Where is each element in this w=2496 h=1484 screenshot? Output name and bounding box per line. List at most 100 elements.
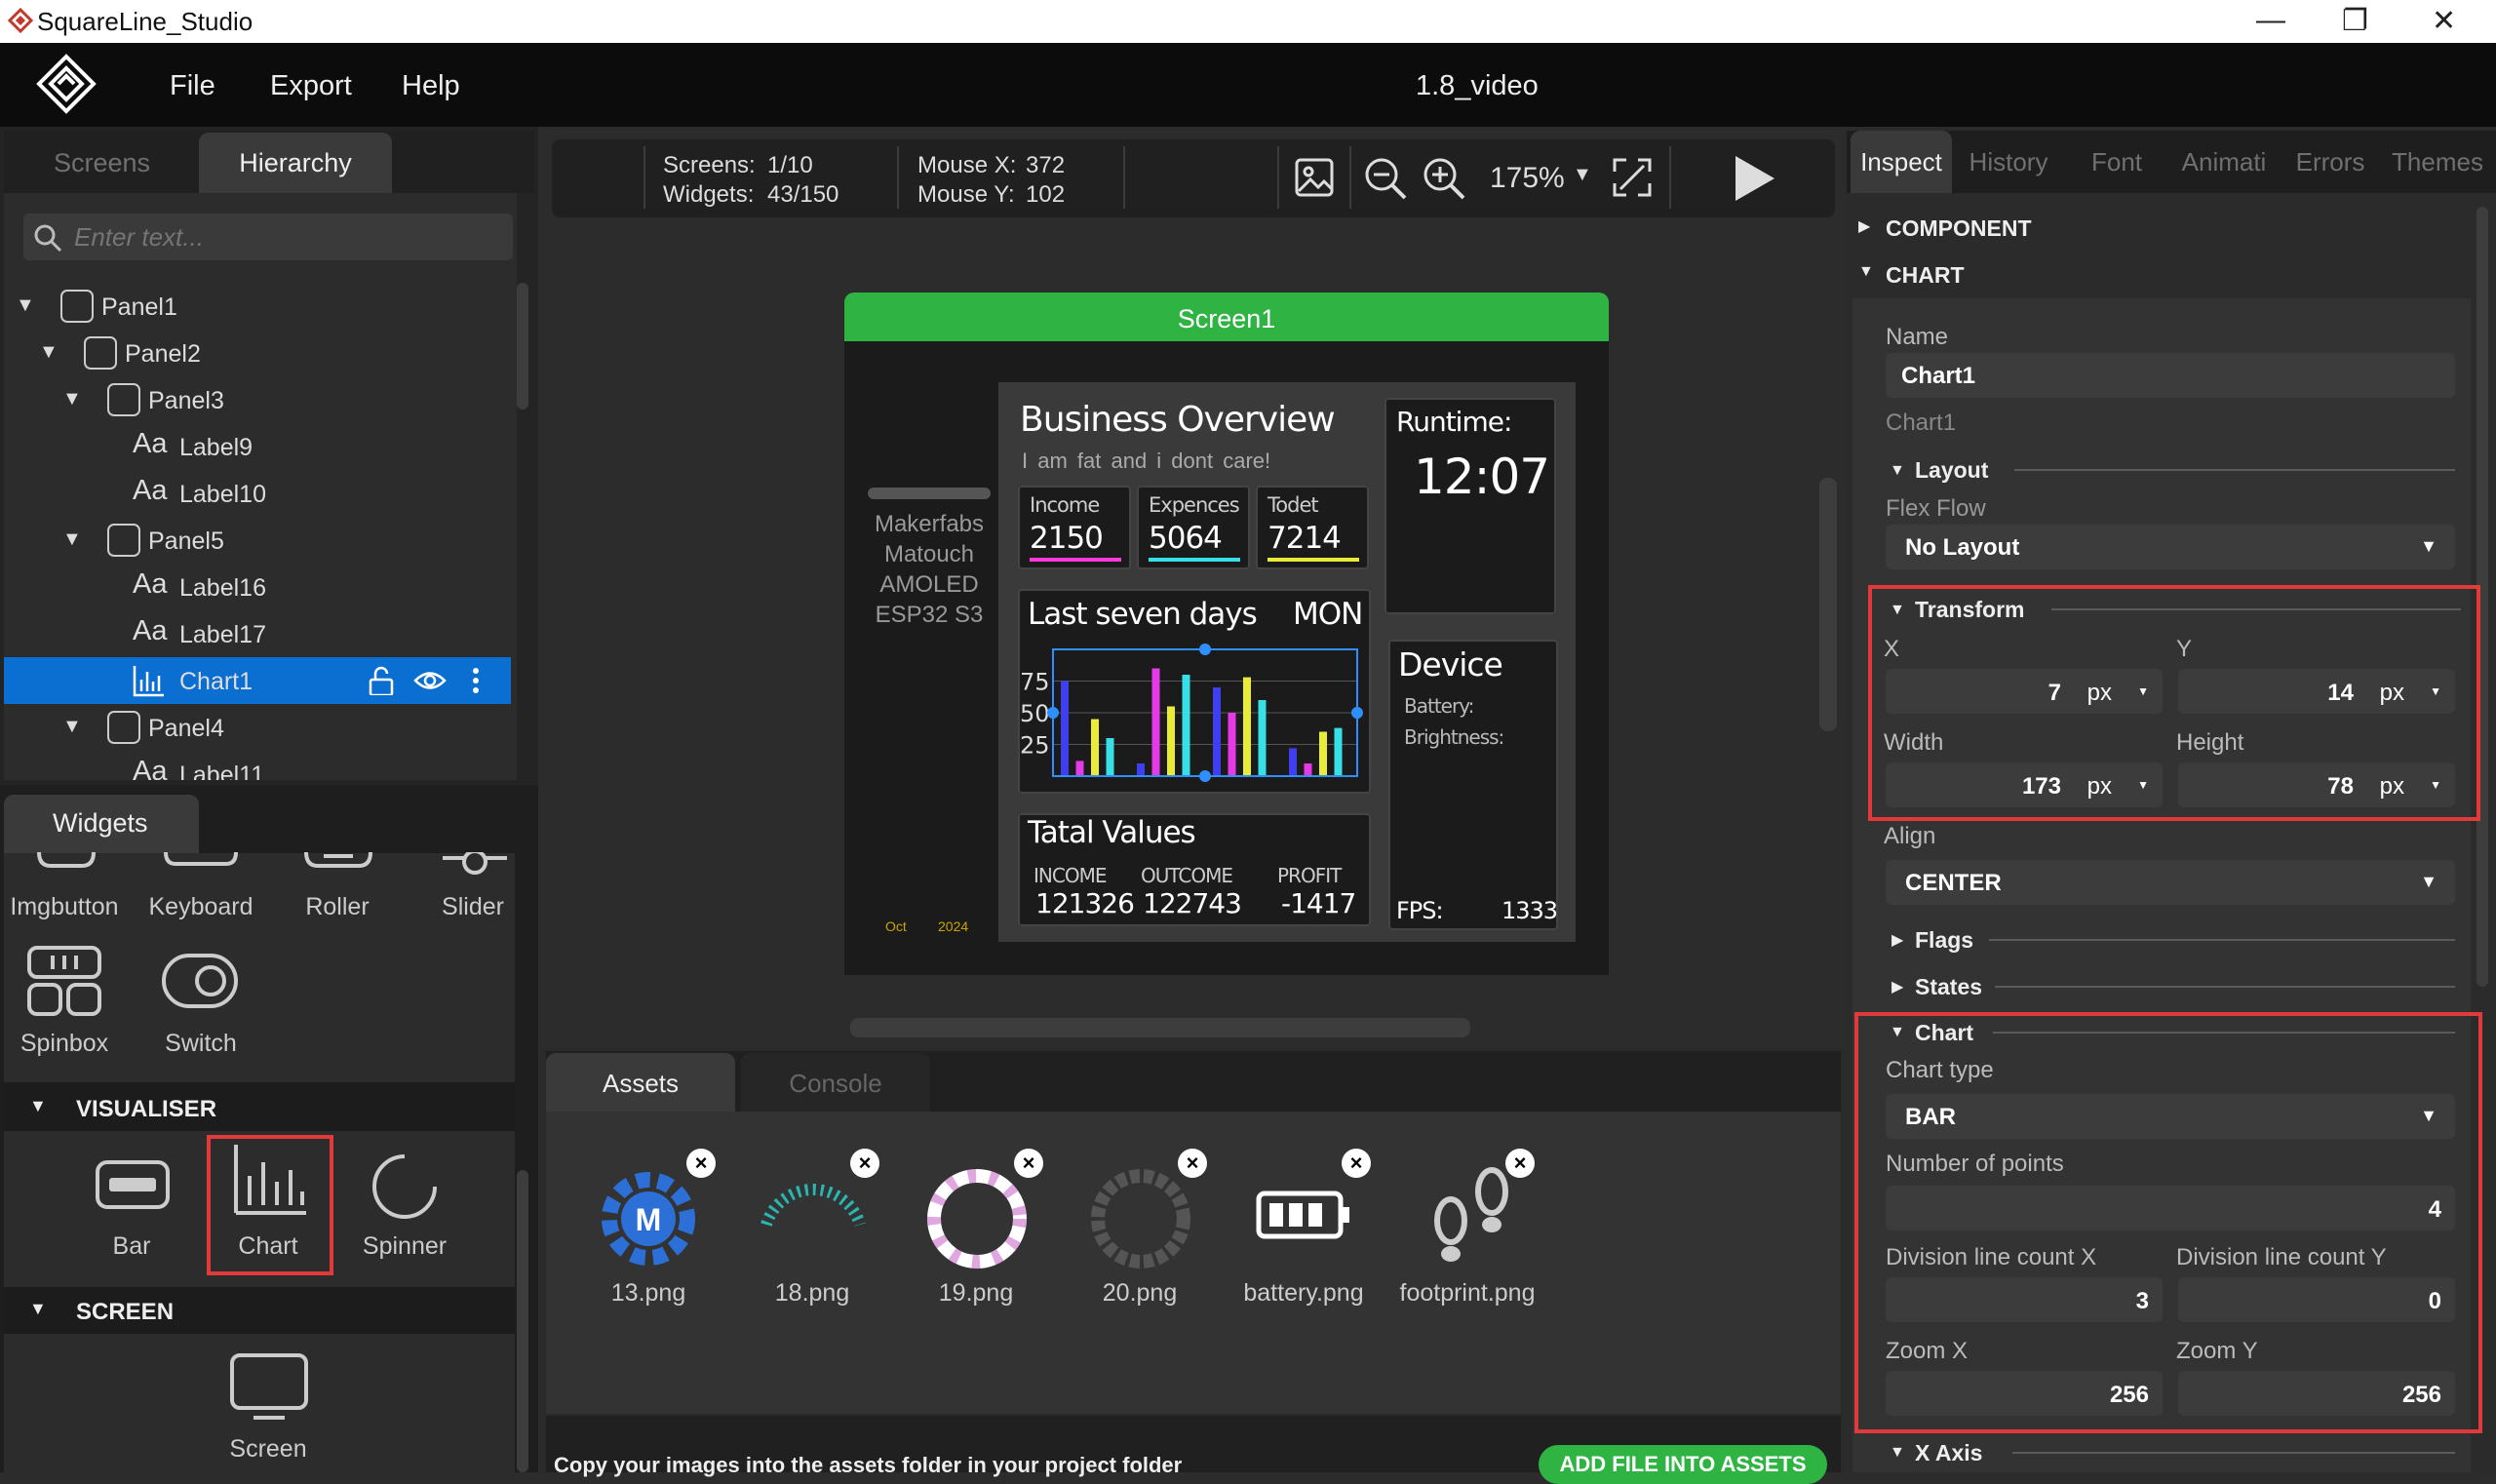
width-input[interactable]: 173 px ▼ [1886, 762, 2163, 807]
tree-item-panel5[interactable]: ▼ Panel5 [4, 517, 511, 564]
slider-icon[interactable] [441, 852, 509, 878]
tab-themes[interactable]: Themes [2383, 131, 2492, 193]
visualiser-header[interactable]: ▼ VISUALISER [4, 1084, 515, 1131]
close-button[interactable]: ✕ [2432, 4, 2456, 38]
image-icon[interactable] [1295, 158, 1334, 197]
play-icon[interactable] [1732, 154, 1776, 203]
search-field[interactable] [23, 214, 513, 260]
expand-arrow-icon[interactable]: ▼ [39, 341, 58, 364]
x-axis-section[interactable]: X Axis [1915, 1440, 1982, 1466]
expand-arrow-icon[interactable]: ▼ [62, 716, 82, 738]
unit-dropdown-icon[interactable]: ▼ [2430, 684, 2441, 698]
last-days-card[interactable]: Last seven days MON 75 50 25 [1018, 589, 1371, 794]
collapse-arrow-icon[interactable]: ▼ [1890, 602, 1905, 619]
add-file-button[interactable]: ADD FILE INTO ASSETS [1539, 1445, 1827, 1484]
states-section[interactable]: States [1915, 974, 1982, 1000]
widget-spinner[interactable]: Spinner [336, 1232, 473, 1261]
widget-chart[interactable]: Chart [200, 1232, 336, 1261]
expand-arrow-icon[interactable]: ▶ [1892, 930, 1903, 950]
align-select[interactable]: CENTER ▼ [1886, 860, 2455, 905]
tree-item-label10[interactable]: Aa Label10 [4, 470, 511, 517]
chart-bars[interactable]: 75 50 25 [1020, 640, 1369, 792]
tab-console[interactable]: Console [741, 1053, 930, 1112]
tree-item-panel4[interactable]: ▼ Panel4 [4, 704, 511, 751]
menu-help[interactable]: Help [402, 70, 460, 102]
collapse-arrow-icon[interactable]: ▼ [1890, 1024, 1905, 1041]
x-input[interactable]: 7 px ▼ [1886, 669, 2163, 714]
widget-roller[interactable]: Roller [269, 893, 406, 921]
flex-flow-select[interactable]: No Layout ▼ [1886, 525, 2455, 569]
screen-icon[interactable] [230, 1353, 308, 1422]
layout-section[interactable]: Layout [1915, 457, 1988, 484]
device-card[interactable]: Device Battery: Brightness: FPS: 1333 [1388, 640, 1558, 930]
tab-errors[interactable]: Errors [2280, 131, 2381, 193]
widget-switch[interactable]: Switch [133, 1030, 269, 1058]
tree-item-label17[interactable]: Aa Label17 [4, 610, 511, 657]
menu-export[interactable]: Export [270, 70, 352, 102]
zoom-out-icon[interactable] [1363, 156, 1408, 201]
flags-section[interactable]: Flags [1915, 927, 1973, 954]
unit-dropdown-icon[interactable]: ▼ [2430, 778, 2441, 792]
canvas-hscrollbar[interactable] [850, 1018, 1470, 1037]
tab-animation[interactable]: Animati [2170, 131, 2278, 193]
remove-asset-icon[interactable]: × [850, 1149, 879, 1178]
totals-card[interactable]: Tatal Values INCOME 121326 OUTCOME 12274… [1018, 813, 1371, 926]
collapse-arrow-icon[interactable]: ▼ [1858, 263, 1874, 281]
tab-hierarchy[interactable]: Hierarchy [199, 133, 392, 193]
widgets-scrollbar[interactable] [517, 1170, 528, 1472]
tree-item-panel3[interactable]: ▼ Panel3 [4, 376, 511, 423]
unit-dropdown-icon[interactable]: ▼ [2137, 778, 2149, 792]
stat-todet[interactable]: Todet 7214 [1256, 486, 1369, 569]
minimize-button[interactable]: — [2256, 4, 2285, 37]
remove-asset-icon[interactable]: × [1014, 1149, 1043, 1178]
zoomy-input[interactable]: 256 [2178, 1371, 2455, 1416]
asset-battery-thumbnail[interactable] [1256, 1188, 1351, 1242]
component-section[interactable]: COMPONENT [1886, 215, 2032, 242]
expand-arrow-icon[interactable]: ▶ [1892, 977, 1903, 996]
bar-icon[interactable] [96, 1160, 170, 1209]
spinbox-icon[interactable] [27, 946, 101, 1016]
remove-asset-icon[interactable]: × [1178, 1149, 1207, 1178]
expand-arrow-icon[interactable]: ▼ [62, 388, 82, 410]
tree-item-panel1[interactable]: ▼ Panel1 [4, 283, 511, 330]
unit-dropdown-icon[interactable]: ▼ [2137, 684, 2149, 698]
squareline-logo-icon[interactable] [35, 53, 98, 115]
divy-input[interactable]: 0 [2178, 1277, 2455, 1322]
points-input[interactable]: 4 [1886, 1186, 2455, 1230]
asset-20-thumbnail[interactable] [1086, 1164, 1195, 1273]
y-input[interactable]: 14 px ▼ [2178, 669, 2455, 714]
tree-item-label9[interactable]: Aa Label9 [4, 423, 511, 470]
divx-input[interactable]: 3 [1886, 1277, 2163, 1322]
expand-arrow-icon[interactable]: ▼ [62, 528, 82, 551]
search-input[interactable] [72, 219, 505, 254]
widget-keyboard[interactable]: Keyboard [133, 893, 269, 921]
zoomx-input[interactable]: 256 [1886, 1371, 2163, 1416]
expand-arrow-icon[interactable]: ▶ [1858, 216, 1870, 236]
expand-arrow-icon[interactable]: ▼ [16, 294, 35, 317]
fit-screen-icon[interactable] [1611, 156, 1654, 199]
chart-section[interactable]: CHART [1886, 262, 1965, 289]
remove-asset-icon[interactable]: × [686, 1149, 716, 1178]
lock-open-icon[interactable] [367, 666, 400, 695]
widget-spinbox[interactable]: Spinbox [0, 1030, 133, 1058]
name-input[interactable]: Chart1 [1886, 353, 2455, 398]
screen-section-header[interactable]: ▼ SCREEN [4, 1287, 515, 1334]
widget-slider[interactable]: Slider [405, 893, 541, 921]
remove-asset-icon[interactable]: × [1342, 1149, 1371, 1178]
chart-subsection[interactable]: Chart [1915, 1020, 1973, 1046]
tab-assets[interactable]: Assets [546, 1053, 735, 1112]
zoom-dropdown-icon[interactable]: ▼ [1573, 164, 1592, 186]
tab-screens[interactable]: Screens [54, 148, 150, 178]
stat-income[interactable]: Income 2150 [1018, 486, 1131, 569]
tab-inspect[interactable]: Inspect [1851, 131, 1952, 193]
runtime-card[interactable]: Runtime: 12:07 [1384, 398, 1556, 614]
zoom-level[interactable]: 175% [1490, 162, 1565, 195]
canvas-vscrollbar[interactable] [1819, 478, 1837, 731]
roller-icon[interactable] [304, 852, 372, 872]
screen-name-header[interactable]: Screen1 [844, 293, 1609, 341]
tab-history[interactable]: History [1954, 131, 2063, 193]
tab-font[interactable]: Font [2065, 131, 2168, 193]
height-input[interactable]: 78 px ▼ [2178, 762, 2455, 807]
menu-file[interactable]: File [170, 70, 215, 102]
switch-icon[interactable] [162, 954, 238, 1008]
